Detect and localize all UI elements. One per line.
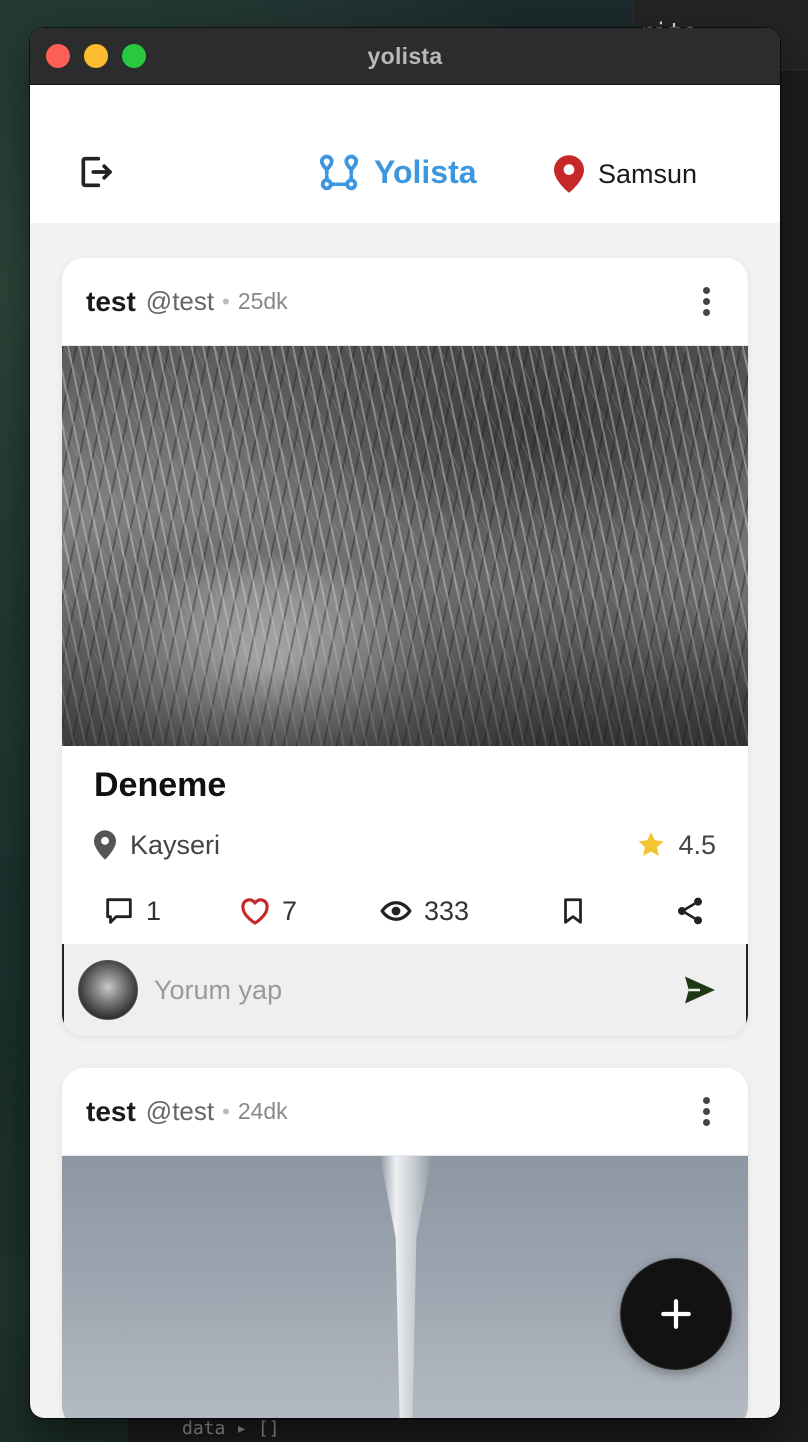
- post-card: test @test • 25dk Deneme Kayseri 4.5 1 7…: [62, 258, 748, 1036]
- avatar: [78, 960, 138, 1020]
- post-header: test @test • 25dk: [62, 258, 748, 346]
- post-title[interactable]: Deneme: [94, 766, 716, 805]
- app-window: yolista Yolista Samsun test @test • 25dk…: [30, 28, 780, 1418]
- send-comment-button[interactable]: [678, 968, 722, 1012]
- post-user-handle[interactable]: @test: [146, 1096, 214, 1127]
- post-meta: Kayseri 4.5: [94, 825, 716, 865]
- send-icon: [685, 976, 715, 1004]
- add-post-button[interactable]: [621, 1259, 731, 1369]
- comment-input[interactable]: [154, 974, 678, 1006]
- post-rating-value: 4.5: [678, 829, 716, 860]
- share-button[interactable]: [674, 894, 706, 928]
- post-time: 25dk: [237, 288, 288, 314]
- post-user-handle[interactable]: @test: [146, 286, 214, 317]
- post-more-button[interactable]: [688, 1092, 724, 1132]
- post-more-button[interactable]: [688, 282, 724, 322]
- close-window-button[interactable]: [46, 44, 70, 68]
- share-icon: [678, 897, 702, 925]
- view-count-display: 333: [378, 894, 558, 928]
- app-header: Yolista Samsun: [30, 85, 780, 223]
- separator-dot: •: [222, 288, 230, 314]
- minimize-window-button[interactable]: [84, 44, 108, 68]
- more-vertical-icon: [702, 287, 710, 294]
- comment-icon: [106, 898, 132, 924]
- post-user-name[interactable]: test: [86, 286, 136, 318]
- logout-icon: [81, 156, 112, 188]
- current-location: Samsun: [598, 158, 698, 189]
- post-image[interactable]: [62, 346, 748, 746]
- brand-name: Yolista: [374, 153, 477, 190]
- post-location-label: Kayseri: [130, 829, 221, 860]
- comment-composer: [62, 944, 748, 1036]
- location-selector[interactable]: Samsun: [554, 155, 697, 193]
- plus-icon: [661, 1299, 691, 1329]
- more-vertical-icon: [702, 1097, 710, 1104]
- location-pin-icon: [554, 155, 584, 193]
- maximize-window-button[interactable]: [122, 44, 146, 68]
- debug-variable: data ▸ []: [182, 1418, 280, 1439]
- like-count: 7: [282, 895, 298, 926]
- post-time: 24dk: [237, 1098, 288, 1124]
- comments-button[interactable]: 1: [102, 894, 238, 928]
- post-card: test @test • 24dk: [62, 1068, 748, 1418]
- star-icon: [638, 832, 664, 856]
- save-button[interactable]: [558, 894, 674, 928]
- post-location[interactable]: Kayseri: [94, 830, 220, 861]
- post-body: Deneme Kayseri 4.5 1 7 333: [62, 746, 748, 941]
- view-count: 333: [424, 895, 470, 926]
- post-feed[interactable]: test @test • 25dk Deneme Kayseri 4.5 1 7…: [30, 223, 780, 1418]
- window-controls: [46, 44, 146, 68]
- post-rating: 4.5: [636, 830, 716, 861]
- brand: Yolista: [318, 151, 477, 193]
- post-header: test @test • 24dk: [62, 1068, 748, 1156]
- heart-icon: [241, 898, 269, 925]
- post-user-name[interactable]: test: [86, 1096, 136, 1128]
- bookmark-icon: [564, 898, 582, 924]
- logout-button[interactable]: [74, 149, 116, 195]
- route-icon: [319, 154, 359, 191]
- location-pin-icon: [94, 830, 116, 860]
- separator-dot: •: [222, 1098, 230, 1124]
- window-titlebar[interactable]: yolista: [30, 28, 780, 85]
- eye-icon: [380, 901, 412, 921]
- like-button[interactable]: 7: [238, 894, 378, 928]
- comment-count: 1: [146, 895, 162, 926]
- post-actions: 1 7 333: [94, 881, 716, 941]
